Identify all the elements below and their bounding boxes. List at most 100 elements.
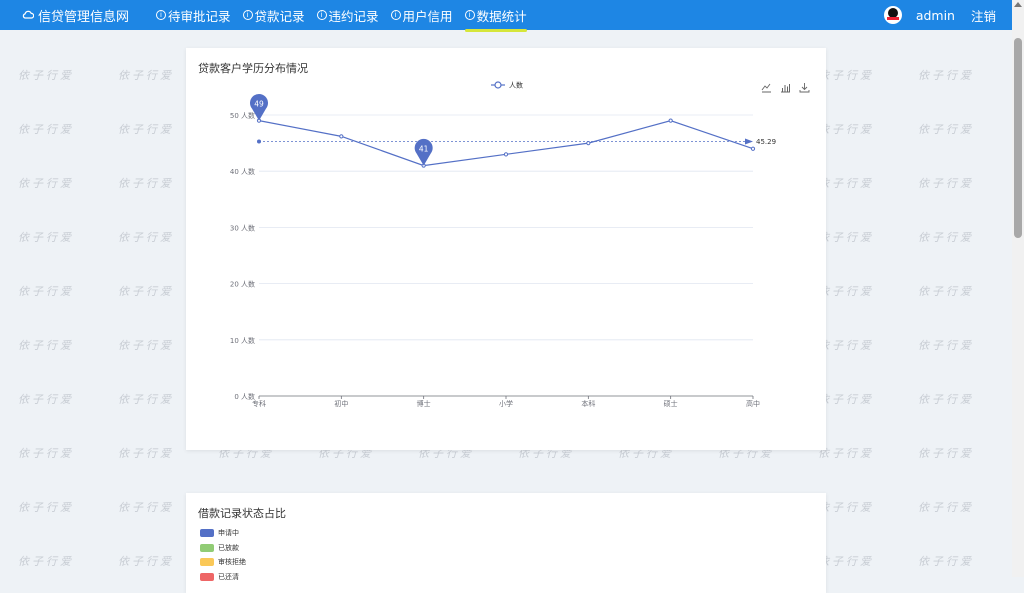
watermark: 依子行爱 xyxy=(918,447,974,460)
watermark: 依子行爱 xyxy=(818,231,874,244)
watermark: 依子行爱 xyxy=(118,555,174,568)
x-tick-label: 初中 xyxy=(334,399,348,408)
watermark: 依子行爱 xyxy=(818,69,874,82)
info-circle-icon: i xyxy=(316,10,327,20)
watermark: 依子行爱 xyxy=(818,339,874,352)
watermark: 依子行爱 xyxy=(118,69,174,82)
watermark: 依子行爱 xyxy=(818,555,874,568)
watermark: 依子行爱 xyxy=(918,339,974,352)
brand[interactable]: 信贷管理信息网 xyxy=(22,0,129,30)
watermark: 依子行爱 xyxy=(918,231,974,244)
average-line-arrow xyxy=(745,138,753,145)
legend-swatch xyxy=(200,543,214,552)
watermark: 依子行爱 xyxy=(918,555,974,568)
scrollbar-thumb[interactable] xyxy=(1014,38,1022,238)
education-line-chart: 0 人数10 人数20 人数30 人数40 人数50 人数专科 初中 博士 小学 本科硕… xyxy=(230,81,776,409)
legend-swatch xyxy=(200,529,214,538)
y-tick-label: 10 人数 xyxy=(230,336,255,345)
nav-item-label: 贷款记录 xyxy=(254,8,305,24)
y-tick-label: 50 人数 xyxy=(230,111,255,120)
y-tick-label: 30 人数 xyxy=(230,223,255,232)
x-tick-label: 博士 xyxy=(417,399,431,408)
average-line-start xyxy=(257,139,261,144)
watermark: 依子行爱 xyxy=(818,501,874,514)
avatar[interactable] xyxy=(883,6,902,24)
data-point xyxy=(668,118,673,123)
scrollbar[interactable] xyxy=(1012,0,1024,577)
watermark: 依子行爱 xyxy=(918,123,974,136)
watermark: 依子行爱 xyxy=(918,177,974,190)
nav-item-loan-records[interactable]: i 贷款记录 xyxy=(242,6,305,25)
watermark: 依子行爱 xyxy=(18,285,74,298)
main-nav: i 待审批记录 i 贷款记录 i 违约记录 i 用户信用 i 数据统计 xyxy=(156,0,539,32)
education-chart-card: 贷款客户学历分布情况 0 人数 10 人数 20 人数 30 人数 40 人数 50 人数… xyxy=(186,48,826,450)
nav-item-label: 违约记录 xyxy=(328,8,379,24)
user-area: admin 注销 xyxy=(883,0,996,30)
nav-item-statistics[interactable]: i 数据统计 xyxy=(464,6,527,32)
legend-item-applying[interactable]: 申请中 xyxy=(200,526,246,541)
data-point xyxy=(339,134,344,139)
x-tick-label: 小学 xyxy=(499,399,513,408)
legend-item-rejected[interactable]: 审核拒绝 xyxy=(200,555,246,570)
status-legend: 申请中 已放款 审核拒绝 已还清 xyxy=(200,526,246,584)
nav-item-label: 待审批记录 xyxy=(168,8,231,24)
y-tick-label: 40 人数 xyxy=(230,167,255,176)
nav-item-pending-approval[interactable]: i 待审批记录 xyxy=(156,6,231,25)
watermark: 依子行爱 xyxy=(18,339,74,352)
watermark: 依子行爱 xyxy=(18,555,74,568)
watermark: 依子行爱 xyxy=(918,501,974,514)
logout-link[interactable]: 注销 xyxy=(971,6,996,25)
watermark: 依子行爱 xyxy=(118,123,174,136)
x-tick-label: 高中 xyxy=(746,399,760,408)
watermark: 依子行爱 xyxy=(818,123,874,136)
legend-label: 审核拒绝 xyxy=(218,558,246,567)
x-tick-label: 硕士 xyxy=(664,399,678,408)
legend-item-disbursed[interactable]: 已放款 xyxy=(200,541,246,556)
info-circle-icon: i xyxy=(390,10,401,20)
watermark: 依子行爱 xyxy=(118,285,174,298)
legend-label: 已放款 xyxy=(218,543,239,552)
watermark: 依子行爱 xyxy=(818,177,874,190)
average-line-label: 45.29 xyxy=(756,138,776,146)
watermark: 依子行爱 xyxy=(918,285,974,298)
watermark: 依子行爱 xyxy=(118,231,174,244)
watermark: 依子行爱 xyxy=(118,393,174,406)
legend-marker xyxy=(494,81,502,89)
x-tick-label: 专科 xyxy=(252,399,266,408)
legend-swatch xyxy=(200,558,214,567)
watermark: 依子行爱 xyxy=(18,501,74,514)
scroll-up-arrow-icon[interactable] xyxy=(1014,2,1022,7)
data-point xyxy=(586,141,591,146)
watermark: 依子行爱 xyxy=(18,177,74,190)
brand-title: 信贷管理信息网 xyxy=(38,9,130,25)
legend-label: 申请中 xyxy=(218,529,239,538)
legend-label: 人数 xyxy=(509,81,523,90)
watermark: 依子行爱 xyxy=(918,393,974,406)
y-tick-label: 20 人数 xyxy=(230,280,255,289)
series-line xyxy=(258,119,754,167)
chart-title: 借款记录状态占比 xyxy=(198,507,286,520)
mark-point-label: 49 xyxy=(254,100,264,109)
watermark: 依子行爱 xyxy=(818,393,874,406)
cloud-icon xyxy=(22,8,35,23)
nav-item-default-records[interactable]: i 违约记录 xyxy=(316,6,379,25)
watermark: 依子行爱 xyxy=(818,447,874,460)
nav-item-label: 用户信用 xyxy=(402,8,453,24)
info-circle-icon: i xyxy=(156,10,166,20)
status-chart-card: 借款记录状态占比 申请中 已放款 审核拒绝 已还清 xyxy=(186,493,826,593)
watermark: 依子行爱 xyxy=(18,69,74,82)
watermark: 依子行爱 xyxy=(118,177,174,190)
watermark: 依子行爱 xyxy=(18,123,74,136)
watermark: 依子行爱 xyxy=(818,285,874,298)
x-tick-label: 本科 xyxy=(581,399,595,408)
data-point xyxy=(503,152,509,157)
info-circle-icon: i xyxy=(464,10,475,20)
info-circle-icon: i xyxy=(242,10,253,20)
data-point xyxy=(750,146,756,151)
mark-point-label: 41 xyxy=(419,145,429,154)
watermark: 依子行爱 xyxy=(18,231,74,244)
watermark: 依子行爱 xyxy=(918,69,974,82)
nav-item-user-credit[interactable]: i 用户信用 xyxy=(390,6,453,25)
username[interactable]: admin xyxy=(916,8,955,23)
watermark: 依子行爱 xyxy=(18,393,74,406)
